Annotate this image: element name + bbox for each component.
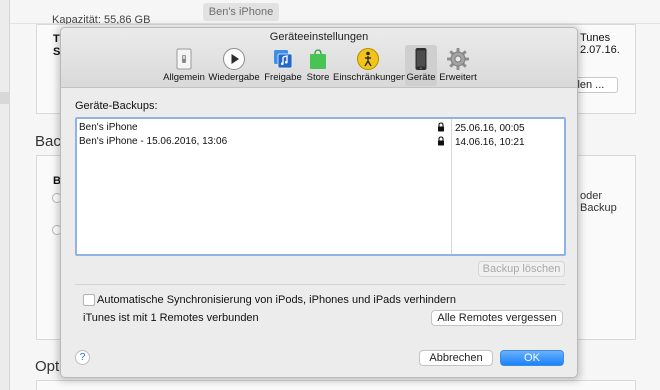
- tab-playback-label: Wiedergabe: [208, 72, 260, 83]
- dialog-title: Geräteeinstellungen: [269, 31, 369, 43]
- tab-sharing[interactable]: Freigabe: [262, 45, 304, 86]
- list-item[interactable]: Ben's iPhone - 15.06.2016, 13:06 14.06.1…: [77, 135, 564, 150]
- delete-backup-button[interactable]: Backup löschen: [478, 261, 565, 277]
- itunes-sidebar-edge: [0, 0, 10, 390]
- tab-general-label: Allgemein: [163, 72, 205, 83]
- lock-icon: [438, 122, 444, 132]
- gear-icon: [447, 48, 469, 70]
- sharing-icon: [274, 50, 293, 69]
- general-switch-icon: [176, 48, 192, 70]
- prevent-sync-label[interactable]: Automatische Synchronisierung von iPods,…: [97, 294, 456, 306]
- tab-advanced[interactable]: Erweitert: [438, 45, 478, 86]
- divider: [75, 284, 566, 285]
- tab-playback[interactable]: Wiedergabe: [207, 45, 261, 86]
- device-backups-label: Geräte-Backups:: [75, 100, 158, 112]
- device-preferences-dialog: Geräteeinstellungen Allgemein Wiedergabe: [60, 27, 578, 378]
- ok-button[interactable]: OK: [500, 350, 564, 366]
- help-button[interactable]: ?: [75, 350, 90, 365]
- backup-right-text: Backup: [580, 202, 617, 214]
- backup-list[interactable]: Ben's iPhone 25.06.16, 00:05 Ben's iPhon…: [75, 117, 566, 256]
- backup-date: 25.06.16, 00:05: [455, 123, 525, 134]
- tab-devices[interactable]: Geräte: [405, 45, 437, 86]
- parental-controls-icon: [357, 48, 379, 70]
- tab-sharing-label: Freigabe: [264, 72, 302, 83]
- preferences-toolbar: Geräteeinstellungen Allgemein Wiedergabe: [61, 28, 577, 88]
- lock-icon: [438, 136, 444, 146]
- sidebar-selection-marker: [0, 92, 10, 104]
- tab-advanced-label: Erweitert: [439, 72, 477, 83]
- summary-right-text: 2.07.16.: [580, 44, 620, 56]
- tab-devices-label: Geräte: [406, 72, 436, 83]
- device-name-button[interactable]: Ben's iPhone: [203, 3, 279, 21]
- store-bag-icon: [310, 49, 326, 69]
- list-item[interactable]: Ben's iPhone 25.06.16, 00:05: [77, 121, 564, 136]
- prevent-sync-checkbox[interactable]: [83, 294, 95, 306]
- tab-store[interactable]: Store: [304, 45, 332, 86]
- forget-remotes-button[interactable]: Alle Remotes vergessen: [431, 310, 563, 326]
- remotes-status-text: iTunes ist mit 1 Remotes verbunden: [83, 312, 259, 324]
- backup-right-text: oder: [580, 190, 603, 202]
- iphone-icon: [415, 48, 427, 70]
- backup-date: 14.06.16, 10:21: [455, 137, 525, 148]
- tab-restrictions-label: Einschränkungen: [333, 72, 407, 83]
- tab-general[interactable]: Allgemein: [162, 45, 206, 86]
- backup-name: Ben's iPhone: [79, 122, 138, 133]
- cancel-button[interactable]: Abbrechen: [419, 350, 493, 366]
- play-icon: [223, 48, 245, 70]
- tab-store-label: Store: [306, 72, 330, 83]
- options-box: [36, 380, 636, 390]
- summary-right-text: Tunes: [580, 32, 611, 44]
- tab-restrictions[interactable]: Einschränkungen: [333, 45, 407, 86]
- backup-name: Ben's iPhone - 15.06.2016, 13:06: [79, 136, 228, 147]
